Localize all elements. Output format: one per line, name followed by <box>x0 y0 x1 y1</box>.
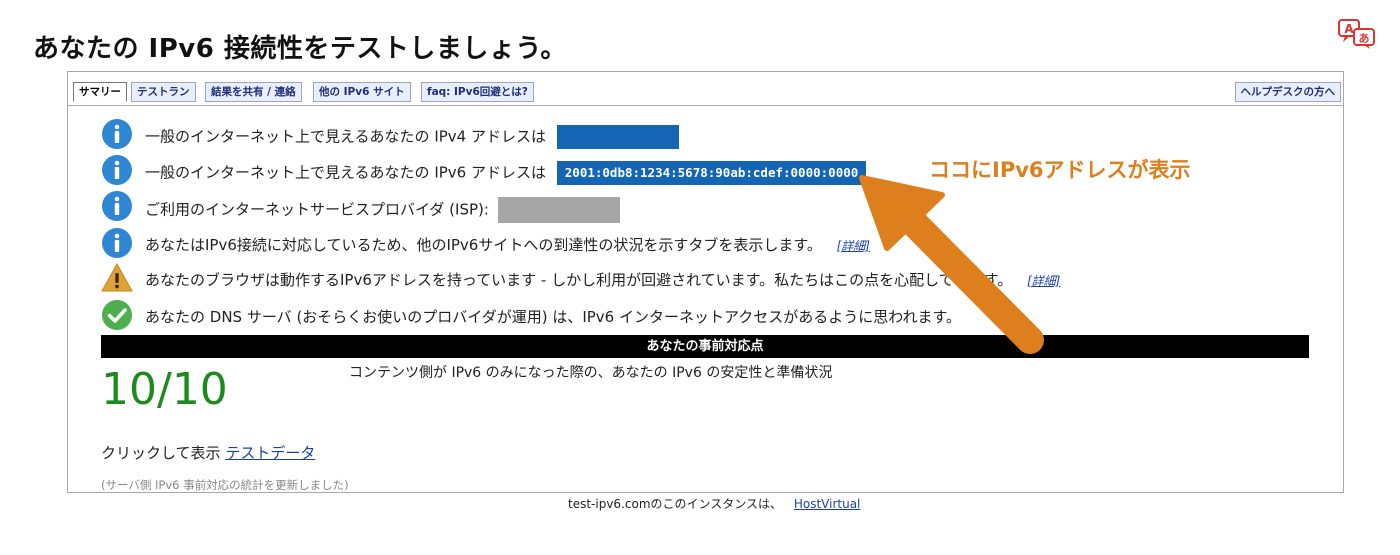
tab-share-results[interactable]: 結果を共有 / 連絡 <box>205 82 302 102</box>
ipv4-row: 一般のインターネット上で見えるあなたの IPv4 アドレスは <box>101 118 1281 149</box>
dns-text: あなたの DNS サーバ (おそらくお使いのプロバイダが運用) は、IPv6 イ… <box>145 308 961 326</box>
results-panel: サマリー テストラン 結果を共有 / 連絡 他の IPv6 サイト faq: I… <box>67 71 1344 493</box>
isp-row: ご利用のインターネットサービスプロバイダ (ISP): <box>101 190 1281 223</box>
ipv6-label: 一般のインターネット上で見えるあなたの IPv6 アドレスは <box>145 163 546 182</box>
detail-link[interactable]: [詳細] <box>837 239 870 253</box>
footer-text: test-ipv6.comのこのインスタンスは、 <box>568 497 783 511</box>
stats-note: (サーバ側 IPv6 事前対応の統計を更新しました) <box>101 478 349 492</box>
ipv6-tabs-row: あなたはIPv6接続に対応しているため、他のIPv6サイトへの到達性の状況を示す… <box>101 227 1281 258</box>
info-icon <box>102 155 132 185</box>
hostvirtual-link[interactable]: HostVirtual <box>794 497 861 511</box>
translate-icon[interactable]: A あ <box>1337 18 1377 50</box>
readiness-bar: あなたの事前対応点 <box>101 335 1309 358</box>
tab-test-run[interactable]: テストラン <box>131 82 196 102</box>
dns-row: あなたの DNS サーバ (おそらくお使いのプロバイダが運用) は、IPv6 イ… <box>101 299 1281 330</box>
ipv4-address-redacted <box>556 125 679 149</box>
info-icon <box>102 191 132 221</box>
info-icon <box>102 119 132 149</box>
tab-summary[interactable]: サマリー <box>73 82 127 102</box>
tab-bar: サマリー テストラン 結果を共有 / 連絡 他の IPv6 サイト faq: I… <box>68 72 1343 106</box>
tab-helpdesk[interactable]: ヘルプデスクの方へ <box>1234 82 1341 102</box>
browser-warning-row: あなたのブラウザは動作するIPv6アドレスを持っています - しかし利用が回避さ… <box>101 262 1281 292</box>
tab-faq-ipv6-avoidance[interactable]: faq: IPv6回避とは? <box>421 82 534 102</box>
svg-text:A: A <box>1344 22 1354 36</box>
readiness-score: 10/10 <box>101 364 228 415</box>
test-data-prefix: クリックして表示 <box>101 444 221 462</box>
ipv6-address: 2001:0db8:1234:5678:90ab:cdef:0000:0000 <box>556 161 867 185</box>
footer: test-ipv6.comのこのインスタンスは、 HostVirtual <box>568 495 860 512</box>
warning-icon <box>101 262 133 292</box>
page-title: あなたの IPv6 接続性をテストしましょう。 <box>33 34 567 64</box>
ipv4-label: 一般のインターネット上で見えるあなたの IPv4 アドレスは <box>145 127 546 146</box>
info-icon <box>102 228 132 258</box>
isp-label: ご利用のインターネットサービスプロバイダ (ISP): <box>145 200 489 219</box>
browser-warning-text: あなたのブラウザは動作するIPv6アドレスを持っています - しかし利用が回避さ… <box>145 271 1013 289</box>
tab-other-ipv6-sites[interactable]: 他の IPv6 サイト <box>313 82 411 102</box>
test-data-link[interactable]: テストデータ <box>225 444 315 462</box>
detail-link[interactable]: [詳細] <box>1027 274 1060 288</box>
check-icon <box>102 300 132 330</box>
svg-text:あ: あ <box>1359 32 1370 45</box>
test-data-line: クリックして表示 テストデータ <box>101 442 315 463</box>
readiness-description: コンテンツ側が IPv6 のみになった際の、あなたの IPv6 の安定性と準備状… <box>349 365 833 381</box>
ipv6-tabs-text: あなたはIPv6接続に対応しているため、他のIPv6サイトへの到達性の状況を示す… <box>145 236 822 254</box>
annotation-label: ココにIPv6アドレスが表示 <box>929 158 1191 182</box>
isp-name-redacted <box>497 197 620 223</box>
